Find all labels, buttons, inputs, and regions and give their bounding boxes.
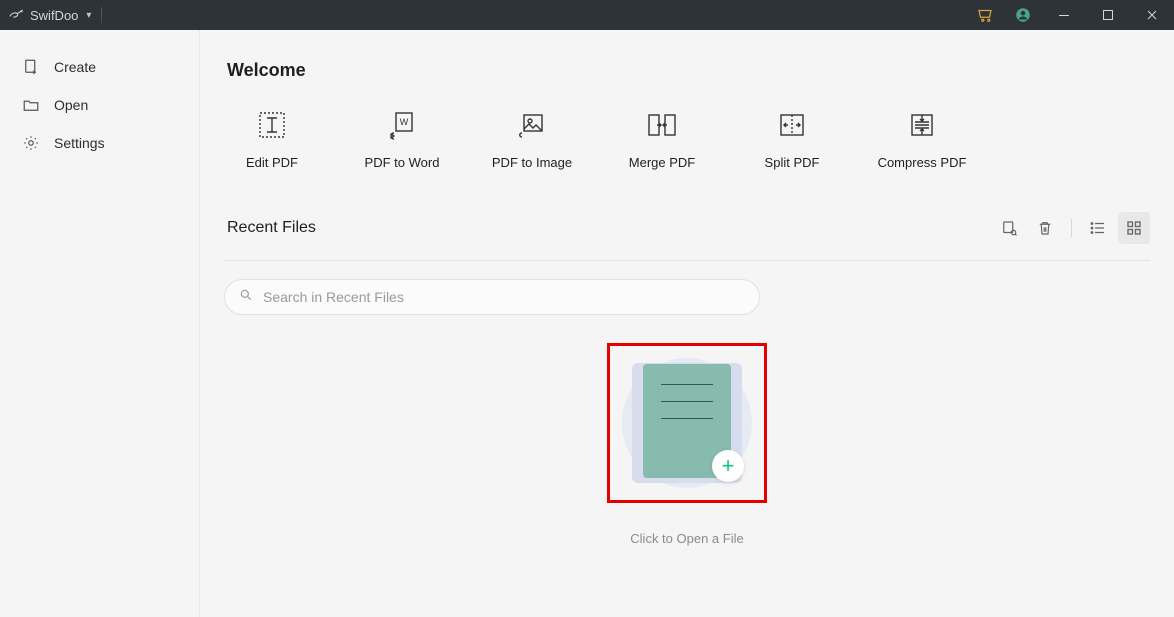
pdf-to-image-icon <box>516 109 548 141</box>
tool-label: PDF to Word <box>365 155 440 170</box>
tool-label: Split PDF <box>765 155 820 170</box>
search-icon <box>239 288 253 307</box>
tool-merge-pdf[interactable]: Merge PDF <box>617 109 707 170</box>
tool-label: Compress PDF <box>878 155 967 170</box>
sidebar: Create Open Settings <box>0 30 200 617</box>
app-menu-dropdown[interactable]: ▾ <box>86 10 91 21</box>
separator <box>1071 219 1072 237</box>
cart-button[interactable] <box>966 0 1004 30</box>
open-file-caption: Click to Open a File <box>630 531 743 546</box>
tool-pdf-to-word[interactable]: W PDF to Word <box>357 109 447 170</box>
sidebar-item-create[interactable]: Create <box>0 48 199 86</box>
recent-search-input[interactable] <box>263 289 745 305</box>
open-icon <box>22 96 40 114</box>
account-button[interactable] <box>1004 0 1042 30</box>
tool-pdf-to-image[interactable]: PDF to Image <box>487 109 577 170</box>
app-logo-icon <box>8 7 24 23</box>
recent-search[interactable] <box>224 279 760 315</box>
titlebar: SwifDoo ▾ <box>0 0 1174 30</box>
tool-label: Merge PDF <box>629 155 695 170</box>
sidebar-item-label: Settings <box>54 135 105 151</box>
app-name: SwifDoo <box>30 8 78 23</box>
split-pdf-icon <box>776 109 808 141</box>
tool-split-pdf[interactable]: Split PDF <box>747 109 837 170</box>
divider <box>224 260 1150 261</box>
minimize-button[interactable] <box>1042 0 1086 30</box>
plus-icon: + <box>712 450 744 482</box>
open-file-dropzone[interactable]: + <box>607 343 767 503</box>
sidebar-item-label: Open <box>54 97 88 113</box>
merge-pdf-icon <box>646 109 678 141</box>
maximize-button[interactable] <box>1086 0 1130 30</box>
tool-label: PDF to Image <box>492 155 572 170</box>
sidebar-item-label: Create <box>54 59 96 75</box>
compress-pdf-icon <box>906 109 938 141</box>
delete-button[interactable] <box>1029 212 1061 244</box>
pdf-to-word-icon: W <box>386 109 418 141</box>
list-view-button[interactable] <box>1082 212 1114 244</box>
tool-label: Edit PDF <box>246 155 298 170</box>
pin-view-button[interactable] <box>993 212 1025 244</box>
grid-view-button[interactable] <box>1118 212 1150 244</box>
tool-row: Edit PDF W PDF to Word <box>227 109 1150 170</box>
edit-pdf-icon <box>256 109 288 141</box>
gear-icon <box>22 134 40 152</box>
svg-text:W: W <box>400 117 409 127</box>
sidebar-item-open[interactable]: Open <box>0 86 199 124</box>
tool-edit-pdf[interactable]: Edit PDF <box>227 109 317 170</box>
recent-files-title: Recent Files <box>227 219 316 237</box>
titlebar-separator <box>101 7 102 23</box>
page-title: Welcome <box>227 60 1150 81</box>
close-button[interactable] <box>1130 0 1174 30</box>
tool-compress-pdf[interactable]: Compress PDF <box>877 109 967 170</box>
create-icon <box>22 58 40 76</box>
sidebar-item-settings[interactable]: Settings <box>0 124 199 162</box>
